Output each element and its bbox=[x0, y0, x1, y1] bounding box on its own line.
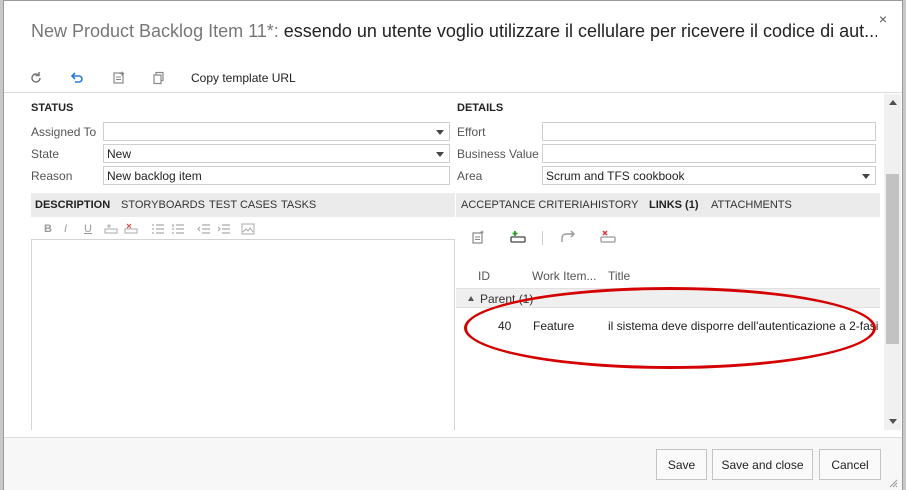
right-tab-strip: ACCEPTANCE CRITERIA HISTORY LINKS (1) AT… bbox=[456, 193, 880, 217]
effort-field[interactable] bbox=[542, 122, 876, 141]
tab-links[interactable]: LINKS (1) bbox=[649, 199, 699, 211]
collapse-icon[interactable] bbox=[468, 296, 474, 301]
delete-link-icon[interactable] bbox=[598, 227, 618, 247]
copy-icon[interactable] bbox=[149, 68, 169, 88]
numbered-list-icon[interactable] bbox=[171, 223, 185, 238]
column-header-title[interactable]: Title bbox=[608, 269, 630, 283]
area-label: Area bbox=[457, 169, 483, 183]
state-field[interactable]: New bbox=[103, 144, 450, 163]
tab-description[interactable]: DESCRIPTION bbox=[35, 199, 110, 211]
area-field[interactable]: Scrum and TFS cookbook bbox=[542, 166, 876, 185]
reason-value: New backlog item bbox=[107, 169, 202, 183]
image-icon[interactable] bbox=[241, 223, 255, 238]
column-header-work-item-type[interactable]: Work Item... bbox=[532, 269, 596, 283]
new-linked-item-icon[interactable] bbox=[468, 227, 488, 247]
link-type: Feature bbox=[533, 319, 575, 333]
underline-button[interactable]: U bbox=[84, 223, 92, 235]
undo-icon[interactable] bbox=[67, 68, 87, 88]
link-title[interactable]: il sistema deve disporre dell'autenticaz… bbox=[608, 319, 878, 333]
effort-label: Effort bbox=[457, 125, 486, 139]
tab-history[interactable]: HISTORY bbox=[590, 199, 639, 211]
links-toolbar bbox=[456, 227, 880, 251]
assigned-to-label: Assigned To bbox=[31, 125, 97, 139]
refresh-icon[interactable] bbox=[26, 68, 46, 88]
parent-group-row[interactable]: Parent (1) bbox=[456, 288, 880, 308]
link-id: 40 bbox=[498, 319, 512, 333]
tab-tasks[interactable]: TASKS bbox=[281, 199, 316, 211]
template-icon[interactable] bbox=[109, 68, 129, 88]
parent-group-label: Parent (1) bbox=[480, 292, 534, 306]
area-value: Scrum and TFS cookbook bbox=[546, 169, 685, 183]
tab-attachments[interactable]: ATTACHMENTS bbox=[711, 199, 792, 211]
scrollbar-thumb[interactable] bbox=[886, 174, 899, 344]
description-editor[interactable] bbox=[31, 239, 455, 430]
cancel-button[interactable]: Cancel bbox=[819, 449, 881, 480]
save-button[interactable]: Save bbox=[656, 449, 707, 480]
tab-test-cases[interactable]: TEST CASES bbox=[209, 199, 277, 211]
vertical-scrollbar[interactable] bbox=[884, 94, 901, 430]
highlight-icon[interactable] bbox=[104, 223, 118, 238]
reason-label: Reason bbox=[31, 169, 73, 183]
toolbar: Copy template URL bbox=[4, 63, 902, 93]
save-and-close-button[interactable]: Save and close bbox=[712, 449, 813, 480]
chevron-down-icon bbox=[436, 130, 444, 135]
dialog-title-text: essendo un utente voglio utilizzare il c… bbox=[278, 21, 877, 41]
scroll-down-icon[interactable] bbox=[889, 419, 897, 424]
copy-template-url-button[interactable]: Copy template URL bbox=[191, 71, 296, 85]
chevron-down-icon bbox=[436, 152, 444, 157]
bold-button[interactable]: B bbox=[44, 223, 52, 235]
column-header-id[interactable]: ID bbox=[478, 269, 490, 283]
tab-storyboards[interactable]: STORYBOARDS bbox=[121, 199, 205, 211]
work-item-dialog: New Product Backlog Item 11*: essendo un… bbox=[3, 0, 903, 490]
rich-text-toolbar: B I U bbox=[31, 221, 454, 241]
bullet-list-icon[interactable] bbox=[151, 223, 165, 238]
table-row[interactable]: 40 Feature il sistema deve disporre dell… bbox=[456, 314, 880, 336]
italic-button[interactable]: I bbox=[64, 223, 67, 235]
dialog-footer: Save Save and close Cancel bbox=[4, 437, 902, 490]
details-heading: DETAILS bbox=[457, 102, 504, 114]
indent-icon[interactable] bbox=[217, 223, 231, 238]
state-label: State bbox=[31, 147, 60, 161]
reason-field[interactable]: New backlog item bbox=[103, 166, 450, 185]
add-link-icon[interactable] bbox=[508, 227, 528, 247]
clear-format-icon[interactable] bbox=[124, 223, 138, 238]
chevron-down-icon bbox=[862, 174, 870, 179]
business-value-label: Business Value bbox=[457, 147, 539, 161]
business-value-field[interactable] bbox=[542, 144, 876, 163]
toolbar-separator bbox=[542, 231, 543, 245]
tab-acceptance-criteria[interactable]: ACCEPTANCE CRITERIA bbox=[461, 199, 590, 211]
status-heading: STATUS bbox=[31, 102, 74, 114]
state-value: New bbox=[107, 147, 132, 161]
scroll-up-icon[interactable] bbox=[889, 100, 897, 105]
dialog-title: New Product Backlog Item 11*: essendo un… bbox=[31, 21, 877, 42]
dialog-title-prefix: New Product Backlog Item 11*: bbox=[31, 21, 279, 41]
form-content: STATUS Assigned To State New Reason New … bbox=[4, 94, 882, 430]
assigned-to-field[interactable] bbox=[103, 122, 450, 141]
close-icon[interactable]: × bbox=[879, 11, 887, 27]
resize-grip-icon[interactable] bbox=[888, 477, 898, 488]
open-link-icon[interactable] bbox=[558, 227, 578, 247]
left-tab-strip: DESCRIPTION STORYBOARDS TEST CASES TASKS bbox=[31, 193, 455, 217]
outdent-icon[interactable] bbox=[197, 223, 211, 238]
